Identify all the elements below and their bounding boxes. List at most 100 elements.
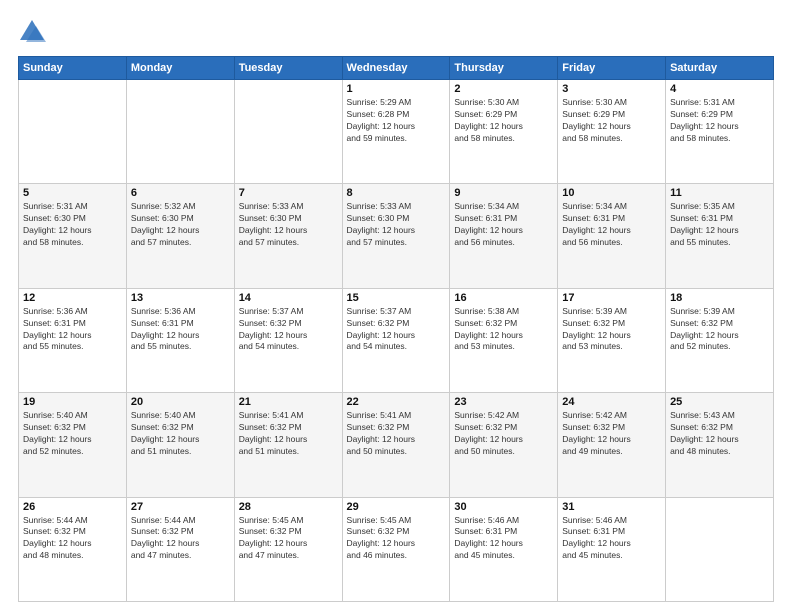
logo-icon (18, 18, 46, 46)
calendar: SundayMondayTuesdayWednesdayThursdayFrid… (18, 56, 774, 602)
day-info: Sunrise: 5:29 AM Sunset: 6:28 PM Dayligh… (347, 97, 446, 145)
calendar-cell (234, 80, 342, 184)
day-info: Sunrise: 5:40 AM Sunset: 6:32 PM Dayligh… (131, 410, 230, 458)
day-number: 26 (23, 501, 122, 513)
day-info: Sunrise: 5:37 AM Sunset: 6:32 PM Dayligh… (239, 306, 338, 354)
calendar-week-row: 19 Sunrise: 5:40 AM Sunset: 6:32 PM Dayli… (19, 393, 774, 497)
day-number: 31 (562, 501, 661, 513)
calendar-cell: 21 Sunrise: 5:41 AM Sunset: 6:32 PM Dayli… (234, 393, 342, 497)
calendar-cell: 9 Sunrise: 5:34 AM Sunset: 6:31 PM Daylig… (450, 184, 558, 288)
calendar-week-row: 12Sunrise: 5:36 AM Sunset: 6:31 PM Dayli… (19, 288, 774, 392)
day-info: Sunrise: 5:30 AM Sunset: 6:29 PM Dayligh… (562, 97, 661, 145)
day-number: 13 (131, 292, 230, 304)
calendar-cell: 20 Sunrise: 5:40 AM Sunset: 6:32 PM Dayli… (126, 393, 234, 497)
calendar-cell: 26 Sunrise: 5:44 AM Sunset: 6:32 PM Dayli… (19, 497, 127, 601)
day-info: Sunrise: 5:33 AM Sunset: 6:30 PM Dayligh… (347, 201, 446, 249)
day-number: 7 (239, 187, 338, 199)
logo (18, 18, 50, 46)
weekday-header: Saturday (666, 57, 774, 80)
day-number: 20 (131, 396, 230, 408)
day-number: 14 (239, 292, 338, 304)
calendar-cell: 19Sunrise: 5:40 AM Sunset: 6:32 PM Dayli… (19, 393, 127, 497)
weekday-header: Tuesday (234, 57, 342, 80)
day-info: Sunrise: 5:37 AM Sunset: 6:32 PM Dayligh… (347, 306, 446, 354)
calendar-cell: 29 Sunrise: 5:45 AM Sunset: 6:32 PM Dayli… (342, 497, 450, 601)
page: SundayMondayTuesdayWednesdayThursdayFrid… (0, 0, 792, 612)
calendar-cell: 2Sunrise: 5:30 AM Sunset: 6:29 PM Daylig… (450, 80, 558, 184)
calendar-cell: 13 Sunrise: 5:36 AM Sunset: 6:31 PM Dayli… (126, 288, 234, 392)
calendar-cell: 3 Sunrise: 5:30 AM Sunset: 6:29 PM Daylig… (558, 80, 666, 184)
calendar-cell: 22Sunrise: 5:41 AM Sunset: 6:32 PM Dayli… (342, 393, 450, 497)
day-info: Sunrise: 5:45 AM Sunset: 6:32 PM Dayligh… (239, 515, 338, 563)
calendar-week-row: 1 Sunrise: 5:29 AM Sunset: 6:28 PM Daylig… (19, 80, 774, 184)
day-number: 11 (670, 187, 769, 199)
day-number: 8 (347, 187, 446, 199)
day-info: Sunrise: 5:31 AM Sunset: 6:29 PM Dayligh… (670, 97, 769, 145)
day-number: 21 (239, 396, 338, 408)
day-number: 23 (454, 396, 553, 408)
calendar-cell (126, 80, 234, 184)
day-number: 5 (23, 187, 122, 199)
day-info: Sunrise: 5:41 AM Sunset: 6:32 PM Dayligh… (347, 410, 446, 458)
day-number: 10 (562, 187, 661, 199)
day-number: 30 (454, 501, 553, 513)
day-number: 1 (347, 83, 446, 95)
calendar-cell: 6 Sunrise: 5:32 AM Sunset: 6:30 PM Daylig… (126, 184, 234, 288)
calendar-cell: 1 Sunrise: 5:29 AM Sunset: 6:28 PM Daylig… (342, 80, 450, 184)
calendar-cell: 16Sunrise: 5:38 AM Sunset: 6:32 PM Dayli… (450, 288, 558, 392)
day-number: 29 (347, 501, 446, 513)
weekday-header: Monday (126, 57, 234, 80)
day-info: Sunrise: 5:38 AM Sunset: 6:32 PM Dayligh… (454, 306, 553, 354)
calendar-cell: 30 Sunrise: 5:46 AM Sunset: 6:31 PM Dayli… (450, 497, 558, 601)
day-info: Sunrise: 5:41 AM Sunset: 6:32 PM Dayligh… (239, 410, 338, 458)
calendar-cell: 14 Sunrise: 5:37 AM Sunset: 6:32 PM Dayli… (234, 288, 342, 392)
calendar-cell: 5 Sunrise: 5:31 AM Sunset: 6:30 PM Daylig… (19, 184, 127, 288)
header (18, 18, 774, 46)
calendar-cell: 27 Sunrise: 5:44 AM Sunset: 6:32 PM Dayli… (126, 497, 234, 601)
day-info: Sunrise: 5:31 AM Sunset: 6:30 PM Dayligh… (23, 201, 122, 249)
calendar-cell: 28Sunrise: 5:45 AM Sunset: 6:32 PM Dayli… (234, 497, 342, 601)
calendar-cell: 24 Sunrise: 5:42 AM Sunset: 6:32 PM Dayli… (558, 393, 666, 497)
calendar-cell: 7Sunrise: 5:33 AM Sunset: 6:30 PM Daylig… (234, 184, 342, 288)
day-info: Sunrise: 5:39 AM Sunset: 6:32 PM Dayligh… (562, 306, 661, 354)
day-info: Sunrise: 5:39 AM Sunset: 6:32 PM Dayligh… (670, 306, 769, 354)
calendar-cell: 4 Sunrise: 5:31 AM Sunset: 6:29 PM Daylig… (666, 80, 774, 184)
day-number: 17 (562, 292, 661, 304)
day-number: 4 (670, 83, 769, 95)
calendar-cell: 18 Sunrise: 5:39 AM Sunset: 6:32 PM Dayli… (666, 288, 774, 392)
day-info: Sunrise: 5:32 AM Sunset: 6:30 PM Dayligh… (131, 201, 230, 249)
day-number: 6 (131, 187, 230, 199)
day-number: 3 (562, 83, 661, 95)
weekday-header: Thursday (450, 57, 558, 80)
day-info: Sunrise: 5:36 AM Sunset: 6:31 PM Dayligh… (131, 306, 230, 354)
calendar-cell: 11Sunrise: 5:35 AM Sunset: 6:31 PM Dayli… (666, 184, 774, 288)
calendar-cell (19, 80, 127, 184)
day-info: Sunrise: 5:34 AM Sunset: 6:31 PM Dayligh… (562, 201, 661, 249)
calendar-cell: 25Sunrise: 5:43 AM Sunset: 6:32 PM Dayli… (666, 393, 774, 497)
calendar-cell: 31Sunrise: 5:46 AM Sunset: 6:31 PM Dayli… (558, 497, 666, 601)
day-info: Sunrise: 5:42 AM Sunset: 6:32 PM Dayligh… (562, 410, 661, 458)
day-number: 19 (23, 396, 122, 408)
calendar-week-row: 5 Sunrise: 5:31 AM Sunset: 6:30 PM Daylig… (19, 184, 774, 288)
day-number: 18 (670, 292, 769, 304)
day-info: Sunrise: 5:42 AM Sunset: 6:32 PM Dayligh… (454, 410, 553, 458)
calendar-cell (666, 497, 774, 601)
day-number: 27 (131, 501, 230, 513)
day-number: 24 (562, 396, 661, 408)
day-info: Sunrise: 5:44 AM Sunset: 6:32 PM Dayligh… (23, 515, 122, 563)
day-info: Sunrise: 5:46 AM Sunset: 6:31 PM Dayligh… (454, 515, 553, 563)
day-info: Sunrise: 5:44 AM Sunset: 6:32 PM Dayligh… (131, 515, 230, 563)
weekday-header: Friday (558, 57, 666, 80)
day-number: 2 (454, 83, 553, 95)
calendar-cell: 23 Sunrise: 5:42 AM Sunset: 6:32 PM Dayli… (450, 393, 558, 497)
calendar-cell: 17 Sunrise: 5:39 AM Sunset: 6:32 PM Dayli… (558, 288, 666, 392)
day-number: 25 (670, 396, 769, 408)
day-number: 9 (454, 187, 553, 199)
day-info: Sunrise: 5:34 AM Sunset: 6:31 PM Dayligh… (454, 201, 553, 249)
day-number: 15 (347, 292, 446, 304)
calendar-cell: 10 Sunrise: 5:34 AM Sunset: 6:31 PM Dayli… (558, 184, 666, 288)
day-info: Sunrise: 5:45 AM Sunset: 6:32 PM Dayligh… (347, 515, 446, 563)
weekday-header: Sunday (19, 57, 127, 80)
calendar-cell: 12Sunrise: 5:36 AM Sunset: 6:31 PM Dayli… (19, 288, 127, 392)
calendar-week-row: 26 Sunrise: 5:44 AM Sunset: 6:32 PM Dayli… (19, 497, 774, 601)
